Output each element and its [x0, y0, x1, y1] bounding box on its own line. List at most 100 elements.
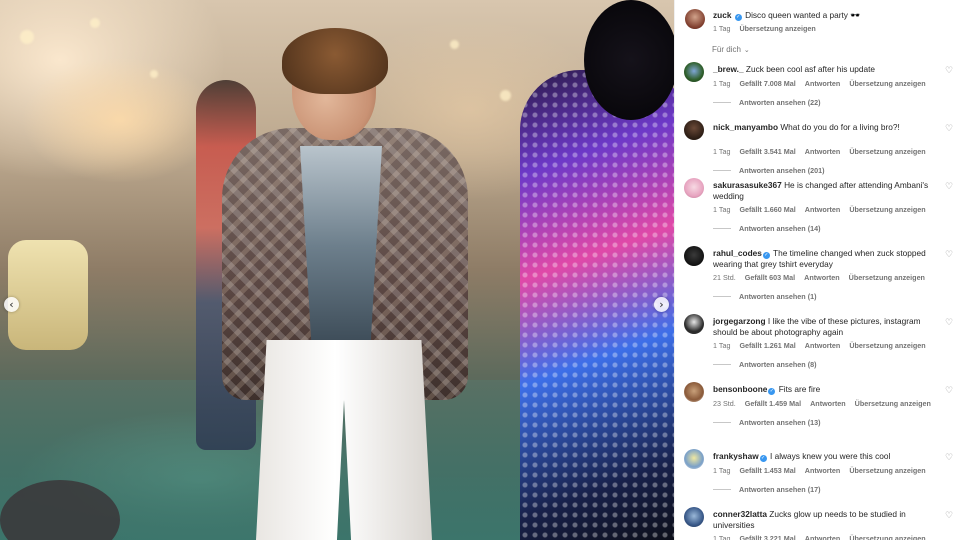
comment-text: sakurasasuke367 He is changed after atte…: [713, 180, 939, 203]
reply-button[interactable]: Antworten: [805, 147, 841, 156]
view-replies-button[interactable]: Antworten ansehen (201): [713, 166, 824, 175]
timestamp: 23 Std.: [713, 399, 736, 408]
sort-dropdown[interactable]: Für dich ⌄: [712, 45, 750, 54]
bokeh-light: [500, 90, 511, 101]
reply-divider: [713, 170, 731, 171]
reply-divider: [713, 364, 731, 365]
username[interactable]: conner32latta: [713, 509, 767, 519]
comment-text: rahul_codes ✓ The timeline changed when z…: [713, 248, 939, 271]
comments-panel: zuck ✓ Disco queen wanted a party 🕶️ 1 T…: [674, 0, 960, 540]
heart-icon[interactable]: ♡: [945, 124, 953, 134]
reply-button[interactable]: Antworten: [805, 341, 841, 350]
avatar[interactable]: [684, 246, 704, 266]
view-replies-label: Antworten ansehen (17): [739, 485, 821, 494]
translate-link[interactable]: Übersetzung anzeigen: [855, 399, 931, 408]
view-replies-button[interactable]: Antworten ansehen (13): [713, 418, 820, 427]
caption-text: zuck ✓ Disco queen wanted a party 🕶️: [713, 10, 949, 21]
like-count[interactable]: Gefällt 1.660 Mal: [739, 205, 795, 214]
view-replies-label: Antworten ansehen (8): [739, 360, 817, 369]
chevron-down-icon: ⌄: [743, 46, 750, 54]
translate-link[interactable]: Übersetzung anzeigen: [739, 24, 815, 33]
translate-link[interactable]: Übersetzung anzeigen: [849, 205, 925, 214]
chevron-right-icon[interactable]: ›: [654, 297, 669, 312]
chevron-left-icon[interactable]: ‹: [4, 297, 19, 312]
verified-badge-icon: ✓: [768, 388, 776, 395]
heart-icon[interactable]: ♡: [945, 386, 953, 396]
background-chair: [8, 240, 88, 350]
username[interactable]: bensonboone: [713, 384, 767, 394]
like-count[interactable]: Gefällt 3.541 Mal: [739, 147, 795, 156]
view-replies-label: Antworten ansehen (13): [739, 418, 821, 427]
heart-icon[interactable]: ♡: [945, 453, 953, 463]
comment-text: frankyshaw ✓ I always knew you were this …: [713, 451, 939, 462]
avatar[interactable]: [684, 507, 704, 527]
reply-button[interactable]: Antworten: [805, 534, 841, 540]
like-count[interactable]: Gefällt 603 Mal: [745, 273, 795, 282]
comment-body: Fits are fire: [778, 384, 821, 394]
view-replies-button[interactable]: Antworten ansehen (14): [713, 224, 820, 233]
heart-icon[interactable]: ♡: [945, 66, 953, 76]
reply-button[interactable]: Antworten: [810, 399, 846, 408]
view-replies-button[interactable]: Antworten ansehen (1): [713, 292, 816, 301]
bokeh-light: [450, 40, 459, 49]
reply-button[interactable]: Antworten: [805, 466, 841, 475]
translate-link[interactable]: Übersetzung anzeigen: [849, 273, 925, 282]
view-replies-button[interactable]: Antworten ansehen (22): [713, 98, 820, 107]
post-photo[interactable]: ‹ ›: [0, 0, 674, 540]
view-replies-button[interactable]: Antworten ansehen (17): [713, 485, 820, 494]
like-count[interactable]: Gefällt 1.453 Mal: [739, 466, 795, 475]
translate-link[interactable]: Übersetzung anzeigen: [849, 79, 925, 88]
translate-link[interactable]: Übersetzung anzeigen: [849, 466, 925, 475]
username[interactable]: _brew._: [713, 64, 744, 74]
timestamp: 1 Tag: [713, 79, 731, 88]
reply-divider: [713, 296, 731, 297]
reply-divider: [713, 102, 731, 103]
avatar[interactable]: [684, 120, 704, 140]
username[interactable]: rahul_codes: [713, 248, 762, 258]
username[interactable]: jorgegarzong: [713, 316, 766, 326]
like-count[interactable]: Gefällt 3.221 Mal: [739, 534, 795, 540]
timestamp: 21 Std.: [713, 273, 736, 282]
username[interactable]: sakurasasuke367: [713, 180, 782, 190]
translate-link[interactable]: Übersetzung anzeigen: [849, 534, 925, 540]
comment-text: _brew._ Zuck been cool asf after his upd…: [713, 64, 939, 75]
avatar[interactable]: [685, 9, 705, 29]
username[interactable]: nick_manyambo: [713, 122, 778, 132]
avatar[interactable]: [684, 314, 704, 334]
reply-button[interactable]: Antworten: [805, 79, 841, 88]
bokeh-light: [20, 30, 34, 44]
heart-icon[interactable]: ♡: [945, 318, 953, 328]
avatar[interactable]: [684, 449, 704, 469]
avatar[interactable]: [684, 62, 704, 82]
like-count[interactable]: Gefällt 7.008 Mal: [739, 79, 795, 88]
comment-text: nick_manyambo What do you do for a livin…: [713, 122, 939, 133]
username[interactable]: zuck: [713, 10, 731, 20]
bokeh-light: [90, 18, 100, 28]
bokeh-light: [150, 70, 158, 78]
view-replies-label: Antworten ansehen (22): [739, 98, 821, 107]
heart-icon[interactable]: ♡: [945, 511, 953, 521]
reply-divider: [713, 422, 731, 423]
like-count[interactable]: Gefällt 1.459 Mal: [745, 399, 801, 408]
like-count[interactable]: Gefällt 1.261 Mal: [739, 341, 795, 350]
comment-text: bensonboone ✓ Fits are fire: [713, 384, 939, 395]
comment-text: jorgegarzong I like the vibe of these pi…: [713, 316, 939, 339]
translate-link[interactable]: Übersetzung anzeigen: [849, 341, 925, 350]
view-replies-button[interactable]: Antworten ansehen (8): [713, 360, 816, 369]
comment-meta: 1 Tag Gefällt 1.261 Mal Antworten Überse…: [713, 341, 933, 350]
translate-link[interactable]: Übersetzung anzeigen: [849, 147, 925, 156]
heart-icon[interactable]: ♡: [945, 250, 953, 260]
comment-meta: 21 Std. Gefällt 603 Mal Antworten Überse…: [713, 273, 932, 282]
avatar[interactable]: [684, 178, 704, 198]
comment-meta: 1 Tag Gefällt 3.221 Mal Antworten Überse…: [713, 534, 933, 540]
timestamp: 1 Tag: [713, 341, 731, 350]
heart-icon[interactable]: ♡: [945, 182, 953, 192]
avatar[interactable]: [684, 382, 704, 402]
reply-button[interactable]: Antworten: [805, 205, 841, 214]
comment-text: conner32latta Zucks glow up needs to be …: [713, 509, 939, 532]
comment-meta: 1 Tag Gefällt 7.008 Mal Antworten Überse…: [713, 79, 933, 88]
reply-button[interactable]: Antworten: [804, 273, 840, 282]
username[interactable]: frankyshaw: [713, 451, 759, 461]
view-replies-label: Antworten ansehen (201): [739, 166, 825, 175]
comment-meta: 23 Std. Gefällt 1.459 Mal Antworten Über…: [713, 399, 938, 408]
